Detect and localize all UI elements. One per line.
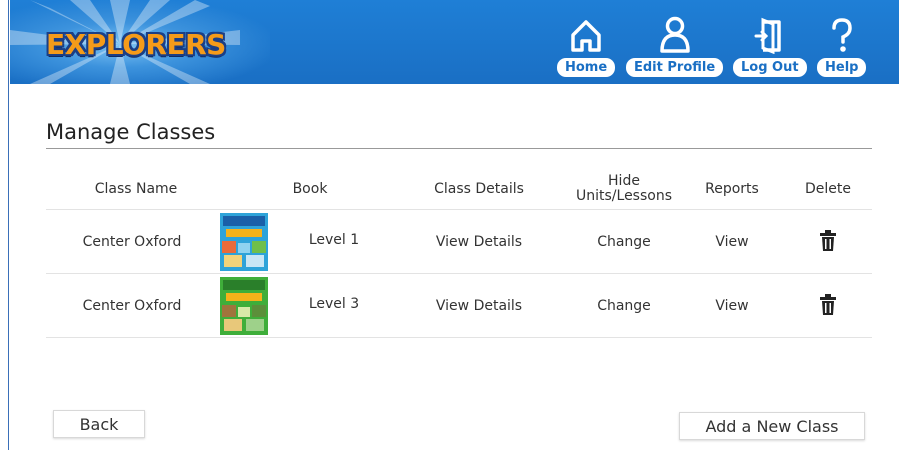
col-hide-line2: Units/Lessons (576, 188, 672, 204)
col-reports: Reports (705, 181, 759, 197)
explorers-logo[interactable]: EXPLORERS (46, 26, 226, 62)
col-hide-line1: Hide (608, 173, 640, 189)
add-new-class-button[interactable]: Add a New Class (679, 412, 865, 440)
view-details-link[interactable]: View Details (418, 234, 540, 250)
logout-icon[interactable] (752, 14, 788, 54)
book-level: Level 3 (308, 296, 360, 312)
class-name-cell: Center Oxford (82, 234, 182, 250)
col-book: Book (292, 181, 328, 197)
help-icon[interactable] (824, 14, 860, 54)
log-out-button[interactable]: Log Out (733, 58, 807, 77)
edit-profile-button[interactable]: Edit Profile (626, 58, 724, 77)
book-cover-image (220, 277, 268, 335)
book-cover-image (220, 213, 268, 271)
header-bar: EXPLORERS Home Edit Profile Log Out Help (10, 0, 899, 84)
col-delete: Delete (805, 181, 851, 197)
table-row: Center Oxford Level 3 View Details Chang… (46, 274, 872, 338)
class-name-cell: Center Oxford (82, 298, 182, 314)
nav-help[interactable]: Help (817, 14, 867, 84)
home-icon[interactable] (568, 14, 604, 54)
change-hide-link[interactable]: Change (566, 298, 682, 314)
nav-log-out[interactable]: Log Out (733, 14, 807, 84)
person-icon[interactable] (657, 14, 693, 54)
home-button[interactable]: Home (557, 58, 616, 77)
nav-edit-profile[interactable]: Edit Profile (626, 14, 724, 84)
view-details-link[interactable]: View Details (418, 298, 540, 314)
back-button[interactable]: Back (53, 410, 145, 438)
book-level: Level 1 (308, 232, 360, 248)
title-divider (46, 148, 872, 149)
table-row: Center Oxford Level 1 View Details Chang… (46, 210, 872, 274)
page-title: Manage Classes (46, 120, 216, 144)
table-header: Class Name Book Class Details Hide Units… (46, 170, 872, 210)
classes-table: Class Name Book Class Details Hide Units… (46, 170, 872, 338)
view-reports-link[interactable]: View (694, 298, 770, 314)
trash-icon[interactable] (819, 294, 837, 316)
col-class-name: Class Name (94, 181, 178, 197)
nav-home[interactable]: Home (557, 14, 616, 84)
trash-icon[interactable] (819, 230, 837, 252)
col-class-details: Class Details (434, 181, 524, 197)
col-hide-units: Hide Units/Lessons (566, 174, 682, 204)
change-hide-link[interactable]: Change (566, 234, 682, 250)
window-edge (0, 0, 9, 450)
view-reports-link[interactable]: View (694, 234, 770, 250)
help-button[interactable]: Help (817, 58, 867, 77)
